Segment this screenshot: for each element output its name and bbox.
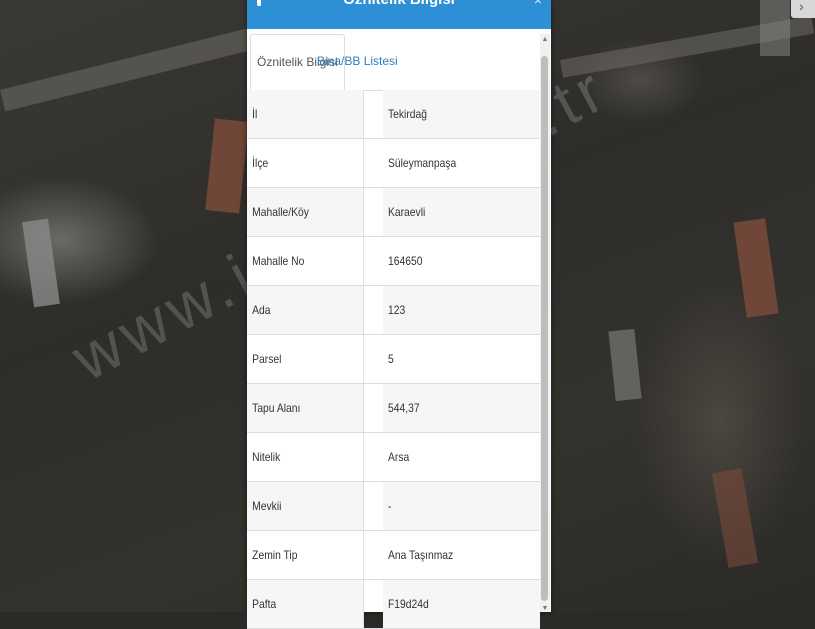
map-building: [711, 468, 759, 568]
attribute-value: Karaevli: [388, 205, 426, 219]
scroll-thumb[interactable]: [541, 56, 548, 601]
table-row: Mahalle No 164650: [247, 237, 540, 286]
attribute-key: Tapu Alanı: [247, 384, 364, 432]
table-row: Pafta F19d24d: [247, 580, 540, 629]
attribute-value: 5: [388, 352, 394, 366]
attribute-panel: Öznitelik Bilgisi × Öznitelik Bilgisi Bi…: [247, 0, 551, 629]
table-row: Ada 123: [247, 286, 540, 335]
table-row: İlçe Süleymanpaşa: [247, 139, 540, 188]
table-row: Parsel 5: [247, 335, 540, 384]
map-building: [760, 0, 790, 56]
attribute-value-cell: Arsa: [383, 433, 540, 481]
attribute-value: 164650: [388, 254, 423, 268]
attribute-key: Parsel: [247, 335, 364, 383]
attribute-value-cell: Ana Taşınmaz: [383, 531, 540, 579]
table-row: Zemin Tip Ana Taşınmaz: [247, 531, 540, 580]
table-row: Nitelik Arsa: [247, 433, 540, 482]
attribute-key: Mahalle No: [247, 237, 364, 285]
attribute-key: Pafta: [247, 580, 364, 628]
attribute-key: İl: [247, 90, 364, 138]
attribute-value-cell: 5: [383, 335, 540, 383]
table-row: Mahalle/Köy Karaevli: [247, 188, 540, 237]
map-control-button[interactable]: [791, 0, 815, 18]
scroll-up-icon[interactable]: ▲: [540, 36, 550, 43]
attribute-value-cell: -: [383, 482, 540, 530]
attribute-value: Arsa: [388, 450, 410, 464]
map-building: [22, 218, 60, 308]
attribute-key: Zemin Tip: [247, 531, 364, 579]
attribute-value: 544,37: [388, 401, 420, 415]
attribute-value: Ana Taşınmaz: [388, 548, 454, 562]
attribute-key: Ada: [247, 286, 364, 334]
scroll-down-icon[interactable]: ▼: [540, 605, 550, 612]
scrollbar[interactable]: ▲ ▼: [540, 34, 550, 612]
panel-header: Öznitelik Bilgisi ×: [247, 0, 551, 29]
panel-title: Öznitelik Bilgisi: [247, 0, 551, 8]
attribute-key: Mevkii: [247, 482, 364, 530]
attribute-value: 123: [388, 303, 406, 317]
table-row: İl Tekirdağ: [247, 90, 540, 139]
close-icon[interactable]: ×: [534, 0, 542, 8]
table-row: Tapu Alanı 544,37: [247, 384, 540, 433]
attribute-value-cell: Tekirdağ: [383, 90, 540, 138]
map-building: [205, 118, 249, 214]
attribute-key: Mahalle/Köy: [247, 188, 364, 236]
attribute-value-cell: F19d24d: [383, 580, 540, 628]
tab-bar: Öznitelik Bilgisi Bina/BB Listesi: [247, 29, 539, 91]
map-building: [608, 328, 642, 402]
map-road: [0, 27, 258, 112]
attribute-key: Nitelik: [247, 433, 364, 481]
attribute-value-cell: 123: [383, 286, 540, 334]
attribute-value: -: [388, 499, 392, 513]
tab-building-list[interactable]: Bina/BB Listesi: [311, 34, 404, 89]
attribute-value: Tekirdağ: [388, 107, 428, 121]
attribute-key: İlçe: [247, 139, 364, 187]
table-row: Mevkii -: [247, 482, 540, 531]
attribute-value: Süleymanpaşa: [388, 156, 457, 170]
attribute-table: İl Tekirdağ İlçe Süleymanpaşa Mahalle/Köy Kar…: [247, 90, 540, 629]
map-building: [733, 218, 779, 318]
attribute-value-cell: Süleymanpaşa: [383, 139, 540, 187]
attribute-value: F19d24d: [388, 597, 429, 611]
attribute-value-cell: Karaevli: [383, 188, 540, 236]
attribute-value-cell: 544,37: [383, 384, 540, 432]
attribute-value-cell: 164650: [383, 237, 540, 285]
